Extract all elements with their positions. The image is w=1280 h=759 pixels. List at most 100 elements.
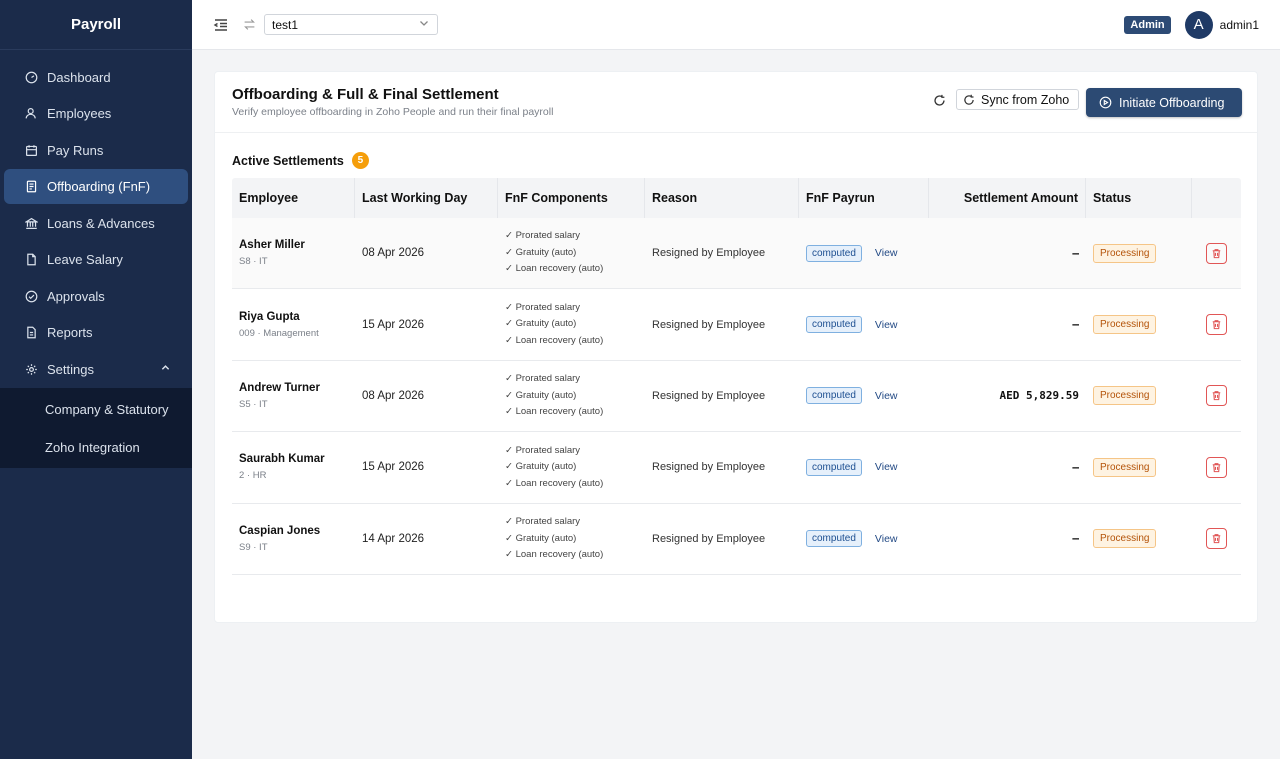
settlement-amount: – [1072,532,1079,546]
reason: Resigned by Employee [652,532,766,545]
col-reason[interactable]: Reason [645,178,799,218]
fnf-components-cell: ✓ Prorated salary ✓ Gratuity (auto) ✓ Lo… [498,218,645,288]
reason: Resigned by Employee [652,247,766,260]
avatar[interactable]: A [1184,10,1213,39]
sidebar-item-pay-runs[interactable]: Pay Runs [4,133,188,168]
component-item: ✓ Gratuity (auto) [505,389,577,401]
initiate-offboarding-button[interactable]: Initiate Offboarding [1086,88,1242,117]
users-icon [24,107,38,121]
sidebar-item-leave-salary[interactable]: Leave Salary [4,242,188,277]
initiate-button-label: Initiate Offboarding [1119,95,1225,110]
col-last-working-day[interactable]: Last Working Day [355,178,498,218]
table-row[interactable]: Caspian Jones S9 · IT 14 Apr 2026 ✓ Pror… [232,504,1241,575]
sidebar-item-dashboard[interactable]: Dashboard [4,60,188,95]
actions-cell [1192,218,1241,288]
sync-from-zoho-button[interactable]: Sync from Zoho [956,89,1079,110]
sidebar-item-reports[interactable]: Reports [4,315,188,350]
delete-button[interactable] [1206,242,1227,264]
table-row[interactable]: Riya Gupta 009 · Management 15 Apr 2026 … [232,289,1241,361]
sidebar-item-offboarding[interactable]: Offboarding (FnF) [4,169,188,204]
settlement-amount-cell: AED 5,829.59 [929,361,1086,431]
table-row[interactable]: Asher Miller S8 · IT 08 Apr 2026 ✓ Prora… [232,218,1241,290]
employee-name: Riya Gupta [239,310,300,323]
sidebar-item-label: Pay Runs [47,142,104,158]
page-title: Offboarding & Full & Final Settlement [232,86,499,103]
section-title: Active Settlements 5 [232,152,369,169]
status-cell: Processing [1086,504,1192,574]
col-settlement-amount[interactable]: Settlement Amount [929,178,1086,218]
payrun-status-badge: computed [806,387,862,405]
last-working-day: 15 Apr 2026 [362,461,425,474]
component-item: ✓ Prorated salary [505,230,581,242]
delete-button[interactable] [1206,314,1227,336]
col-fnf-payrun[interactable]: FnF Payrun [799,178,929,218]
refresh-button[interactable] [931,92,947,108]
sidebar: Payroll Dashboard Employees Pay Runs Off… [0,0,192,759]
fnf-components-list: ✓ Prorated salary ✓ Gratuity (auto) ✓ Lo… [505,443,603,493]
table-row[interactable]: Andrew Turner S5 · IT 08 Apr 2026 ✓ Pror… [232,361,1241,433]
sidebar-item-label: Employees [47,106,112,121]
play-circle-icon [1099,96,1112,109]
component-item: ✓ Loan recovery (auto) [505,406,604,418]
col-fnf-components[interactable]: FnF Components [498,178,645,218]
settlement-amount: AED 5,829.59 [999,389,1079,403]
delete-button[interactable] [1206,456,1227,478]
last-working-day: 08 Apr 2026 [362,389,425,402]
employee-meta: S8 · IT [239,256,268,268]
status-cell: Processing [1086,218,1192,288]
col-employee[interactable]: Employee [232,178,355,218]
employee-meta: S9 · IT [239,541,268,553]
sidebar-item-settings[interactable]: Settings [4,352,188,387]
sidebar-item-label: Leave Salary [47,252,123,267]
view-payrun-link[interactable]: View [875,461,898,473]
component-item: ✓ Gratuity (auto) [505,246,577,258]
settlements-table: Employee Last Working Day FnF Components… [232,178,1241,575]
sidebar-item-approvals[interactable]: Approvals [4,279,188,314]
gear-icon [24,362,38,376]
section-title-label: Active Settlements [232,153,344,168]
view-payrun-link[interactable]: View [875,247,898,259]
last-working-day: 15 Apr 2026 [362,318,425,331]
topbar: test1 Admin A admin1 [192,0,1280,50]
component-item: ✓ Prorated salary [505,301,581,313]
view-payrun-link[interactable]: View [875,319,898,331]
trash-icon [1211,248,1222,259]
sidebar-item-loans[interactable]: Loans & Advances [4,206,188,241]
sidebar-subitem-zoho-integration[interactable]: Zoho Integration [0,428,192,466]
dashboard-icon [24,70,38,84]
sidebar-item-employees[interactable]: Employees [4,96,188,131]
username[interactable]: admin1 [1220,18,1259,32]
delete-button[interactable] [1206,385,1227,407]
delete-button[interactable] [1206,528,1227,550]
table-row[interactable]: Saurabh Kumar 2 · HR 15 Apr 2026 ✓ Prora… [232,432,1241,504]
employee-cell: Andrew Turner S5 · IT [232,361,355,431]
fnf-components-cell: ✓ Prorated salary ✓ Gratuity (auto) ✓ Lo… [498,504,645,574]
fnf-components-cell: ✓ Prorated salary ✓ Gratuity (auto) ✓ Lo… [498,361,645,431]
sidebar-item-label: Settings [47,361,94,377]
status-badge: Processing [1093,315,1157,335]
reason: Resigned by Employee [652,318,766,331]
file-icon [24,253,38,267]
col-status[interactable]: Status [1086,178,1192,218]
employee-name: Andrew Turner [239,381,320,394]
trash-icon [1211,462,1222,473]
settlement-amount-cell: – [929,432,1086,502]
status-badge: Processing [1093,457,1157,477]
settlement-amount-cell: – [929,218,1086,288]
collapse-menu-icon[interactable] [212,16,230,34]
org-select[interactable]: test1 [264,14,438,35]
view-payrun-link[interactable]: View [875,390,898,402]
sidebar-subitem-company-statutory[interactable]: Company & Statutory [0,390,192,428]
switch-org-icon[interactable] [240,16,258,34]
table-body: Asher Miller S8 · IT 08 Apr 2026 ✓ Prora… [232,218,1241,575]
payrun-status-badge: computed [806,530,862,548]
check-circle-icon [24,289,38,303]
fnf-components-cell: ✓ Prorated salary ✓ Gratuity (auto) ✓ Lo… [498,432,645,502]
sidebar-item-label: Dashboard [47,69,111,85]
employee-cell: Saurabh Kumar 2 · HR [232,432,355,502]
fnf-components-list: ✓ Prorated salary ✓ Gratuity (auto) ✓ Lo… [505,514,603,564]
actions-cell [1192,289,1241,359]
actions-cell [1192,504,1241,574]
component-item: ✓ Prorated salary [505,444,581,456]
view-payrun-link[interactable]: View [875,533,898,545]
